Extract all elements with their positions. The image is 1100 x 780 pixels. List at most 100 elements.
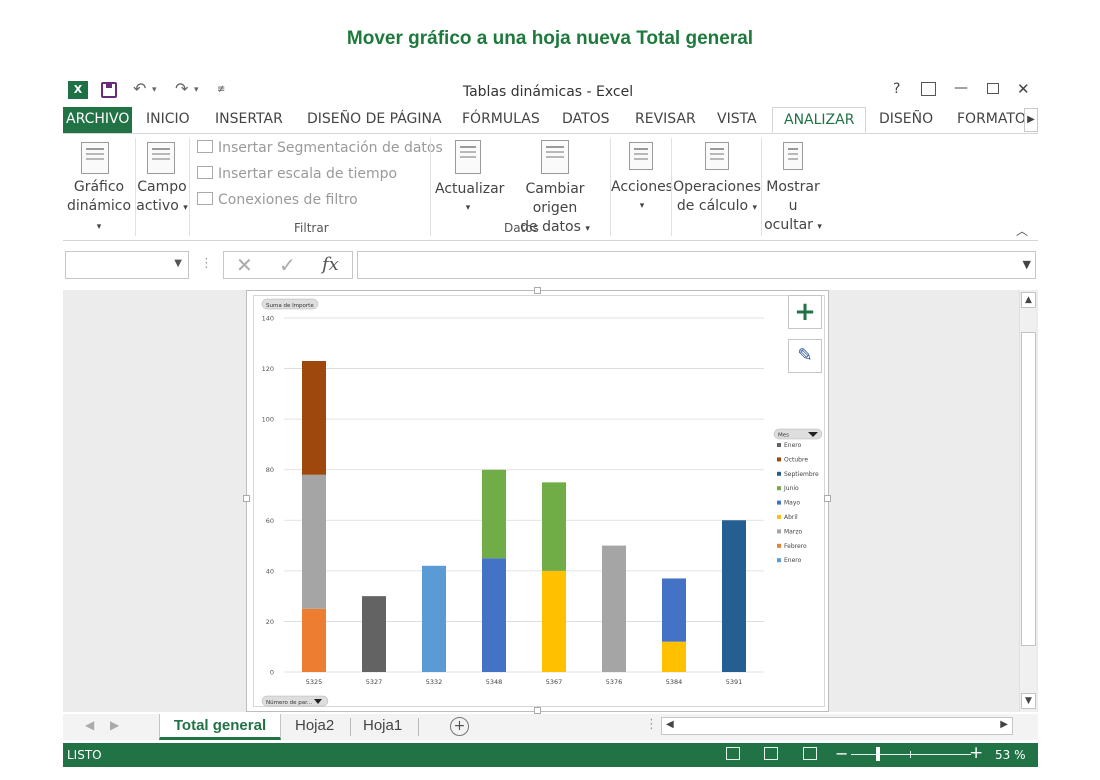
- chart-styles-button[interactable]: ✎: [788, 339, 822, 373]
- formula-buttons: ✕ ✓ fx: [223, 251, 353, 279]
- tab-formulas[interactable]: FÓRMULAS: [458, 107, 544, 133]
- tab-vista[interactable]: VISTA: [713, 107, 761, 133]
- legend-swatch: [777, 471, 781, 476]
- redo-icon[interactable]: ↷: [175, 79, 188, 98]
- legend-swatch: [777, 500, 781, 505]
- campo-activo-button[interactable]: Campo activo ▾: [135, 178, 189, 218]
- tab-archivo[interactable]: ARCHIVO: [63, 107, 133, 133]
- redo-dropdown-icon[interactable]: ▾: [194, 85, 199, 95]
- tab-split-grip-icon[interactable]: ⋮: [645, 717, 658, 732]
- name-box-dropdown-icon[interactable]: ▼: [174, 258, 182, 269]
- formula-bar-grip-icon[interactable]: ⋮: [200, 256, 213, 271]
- ribbon-analizar: Gráfico dinámico ▾ Campo activo ▾ Insert…: [63, 133, 1038, 241]
- resize-handle[interactable]: [534, 707, 541, 714]
- scroll-down-icon[interactable]: ▼: [1021, 693, 1036, 709]
- zoom-slider[interactable]: [851, 754, 971, 755]
- acciones-button[interactable]: Acciones ▾: [611, 178, 673, 216]
- value-field-label: Suma de Importe: [266, 303, 314, 309]
- tab-diseno-pagina[interactable]: DISEÑO DE PÁGINA: [303, 107, 446, 133]
- scroll-thumb[interactable]: [1021, 332, 1036, 646]
- customize-toolbar-icon[interactable]: ≢: [217, 84, 225, 95]
- sheet-tab-hoja1[interactable]: Hoja1: [363, 714, 402, 740]
- resize-handle[interactable]: [243, 495, 250, 502]
- minimize-button[interactable]: —: [954, 80, 968, 96]
- vertical-scrollbar[interactable]: ▲ ▼: [1019, 290, 1036, 712]
- tab-separator: [418, 718, 419, 736]
- sheet-tab-hoja2[interactable]: Hoja2: [295, 714, 334, 740]
- dropdown-arrow-icon: ▾: [752, 203, 758, 213]
- tab-diseno[interactable]: DISEÑO: [875, 107, 937, 133]
- bar-segment: [302, 474, 326, 609]
- name-box[interactable]: ▼: [65, 251, 189, 279]
- actions-icon: [629, 142, 653, 170]
- ribbon-display-options-icon[interactable]: [921, 82, 936, 96]
- tab-separator: [350, 718, 351, 736]
- formula-input[interactable]: ▼: [357, 251, 1036, 279]
- chart-elements-button[interactable]: +: [788, 295, 822, 329]
- formula-bar: ▼ ⋮ ✕ ✓ fx ▼: [63, 251, 1038, 279]
- active-field-icon: [147, 142, 175, 174]
- insertar-escala-tiempo-button[interactable]: Insertar escala de tiempo: [197, 166, 397, 182]
- y-tick-label: 0: [270, 669, 274, 677]
- next-sheet-icon[interactable]: ▶: [110, 718, 119, 732]
- page-break-view-icon[interactable]: [803, 747, 817, 760]
- chart-area[interactable]: Suma de Importe 0 20 40 60 80 100 120 140 5325 532…: [243, 287, 831, 714]
- stacked-bar-chart[interactable]: Suma de Importe 0 20 40 60 80 100 120 140 5325 532…: [254, 296, 826, 708]
- dropdown-arrow-icon: ▾: [639, 201, 645, 211]
- horizontal-scrollbar[interactable]: ◀ ▶: [661, 717, 1013, 735]
- restore-button[interactable]: [987, 83, 999, 94]
- sheet-tab-total-general[interactable]: Total general: [159, 714, 281, 740]
- save-icon[interactable]: [101, 82, 117, 98]
- x-tick-label: 5348: [486, 678, 503, 686]
- prev-sheet-icon[interactable]: ◀: [85, 718, 94, 732]
- pivot-chart-icon: [81, 142, 109, 174]
- excel-window: X ↶ ▾ ↷ ▾ ≢ Tablas dinámicas - Excel ? —…: [63, 77, 1038, 767]
- grafico-dinamico-button[interactable]: Gráfico dinámico ▾: [63, 178, 135, 237]
- enter-icon[interactable]: ✓: [279, 253, 296, 277]
- collapse-ribbon-icon[interactable]: ︿: [1016, 222, 1028, 239]
- actualizar-button[interactable]: Actualizar ▾: [435, 180, 504, 218]
- x-tick-label: 5325: [306, 678, 323, 686]
- scroll-up-icon[interactable]: ▲: [1021, 292, 1036, 308]
- expand-formula-bar-icon[interactable]: ▼: [1023, 258, 1031, 271]
- ribbon-separator: [189, 138, 190, 236]
- grafico-dinamico-label-2: dinámico: [66, 198, 132, 214]
- conexiones-filtro-button[interactable]: Conexiones de filtro: [197, 192, 358, 208]
- operaciones-calculo-button[interactable]: Operaciones de cálculo ▾: [673, 178, 761, 218]
- help-button[interactable]: ?: [893, 81, 900, 97]
- ribbon-separator: [671, 138, 672, 236]
- legend-swatch: [777, 529, 781, 534]
- tab-insertar[interactable]: INSERTAR: [211, 107, 287, 133]
- campo-activo-label-2: activo: [136, 198, 179, 214]
- tab-analizar[interactable]: ANALIZAR: [772, 107, 867, 133]
- add-sheet-icon[interactable]: +: [450, 717, 469, 736]
- zoom-slider-thumb[interactable]: [876, 747, 880, 761]
- cancel-icon[interactable]: ✕: [236, 253, 253, 277]
- page-layout-view-icon[interactable]: [764, 747, 778, 760]
- ribbon-tabs: ARCHIVO INICIO INSERTAR DISEÑO DE PÁGINA…: [63, 107, 1038, 133]
- insert-function-button[interactable]: fx: [322, 254, 339, 275]
- tab-scroll-right-icon[interactable]: ▶: [1024, 108, 1038, 132]
- zoom-in-icon[interactable]: +: [969, 743, 983, 763]
- insertar-segmentacion-button[interactable]: Insertar Segmentación de datos: [197, 140, 443, 156]
- zoom-level[interactable]: 53 %: [995, 748, 1026, 762]
- undo-icon[interactable]: ↶: [133, 79, 146, 98]
- tab-formato[interactable]: FORMATO: [953, 107, 1030, 133]
- resize-handle[interactable]: [534, 287, 541, 294]
- group-label-filtrar: Filtrar: [294, 221, 329, 235]
- close-button[interactable]: ✕: [1017, 80, 1030, 98]
- normal-view-icon[interactable]: [726, 747, 740, 760]
- y-tick-label: 60: [266, 517, 274, 525]
- tab-revisar[interactable]: REVISAR: [631, 107, 700, 133]
- x-tick-label: 5376: [606, 678, 623, 686]
- scroll-right-icon[interactable]: ▶: [1000, 719, 1008, 730]
- tab-inicio[interactable]: INICIO: [142, 107, 194, 133]
- legend-label: Mayo: [784, 500, 800, 507]
- tab-datos[interactable]: DATOS: [558, 107, 613, 133]
- mostrar-ocultar-button[interactable]: Mostrar u ocultar ▾: [761, 178, 825, 237]
- zoom-out-icon[interactable]: −: [835, 744, 848, 763]
- undo-dropdown-icon[interactable]: ▾: [152, 85, 157, 95]
- scroll-left-icon[interactable]: ◀: [666, 719, 674, 730]
- legend-label: Abril: [784, 514, 798, 521]
- resize-handle[interactable]: [824, 495, 831, 502]
